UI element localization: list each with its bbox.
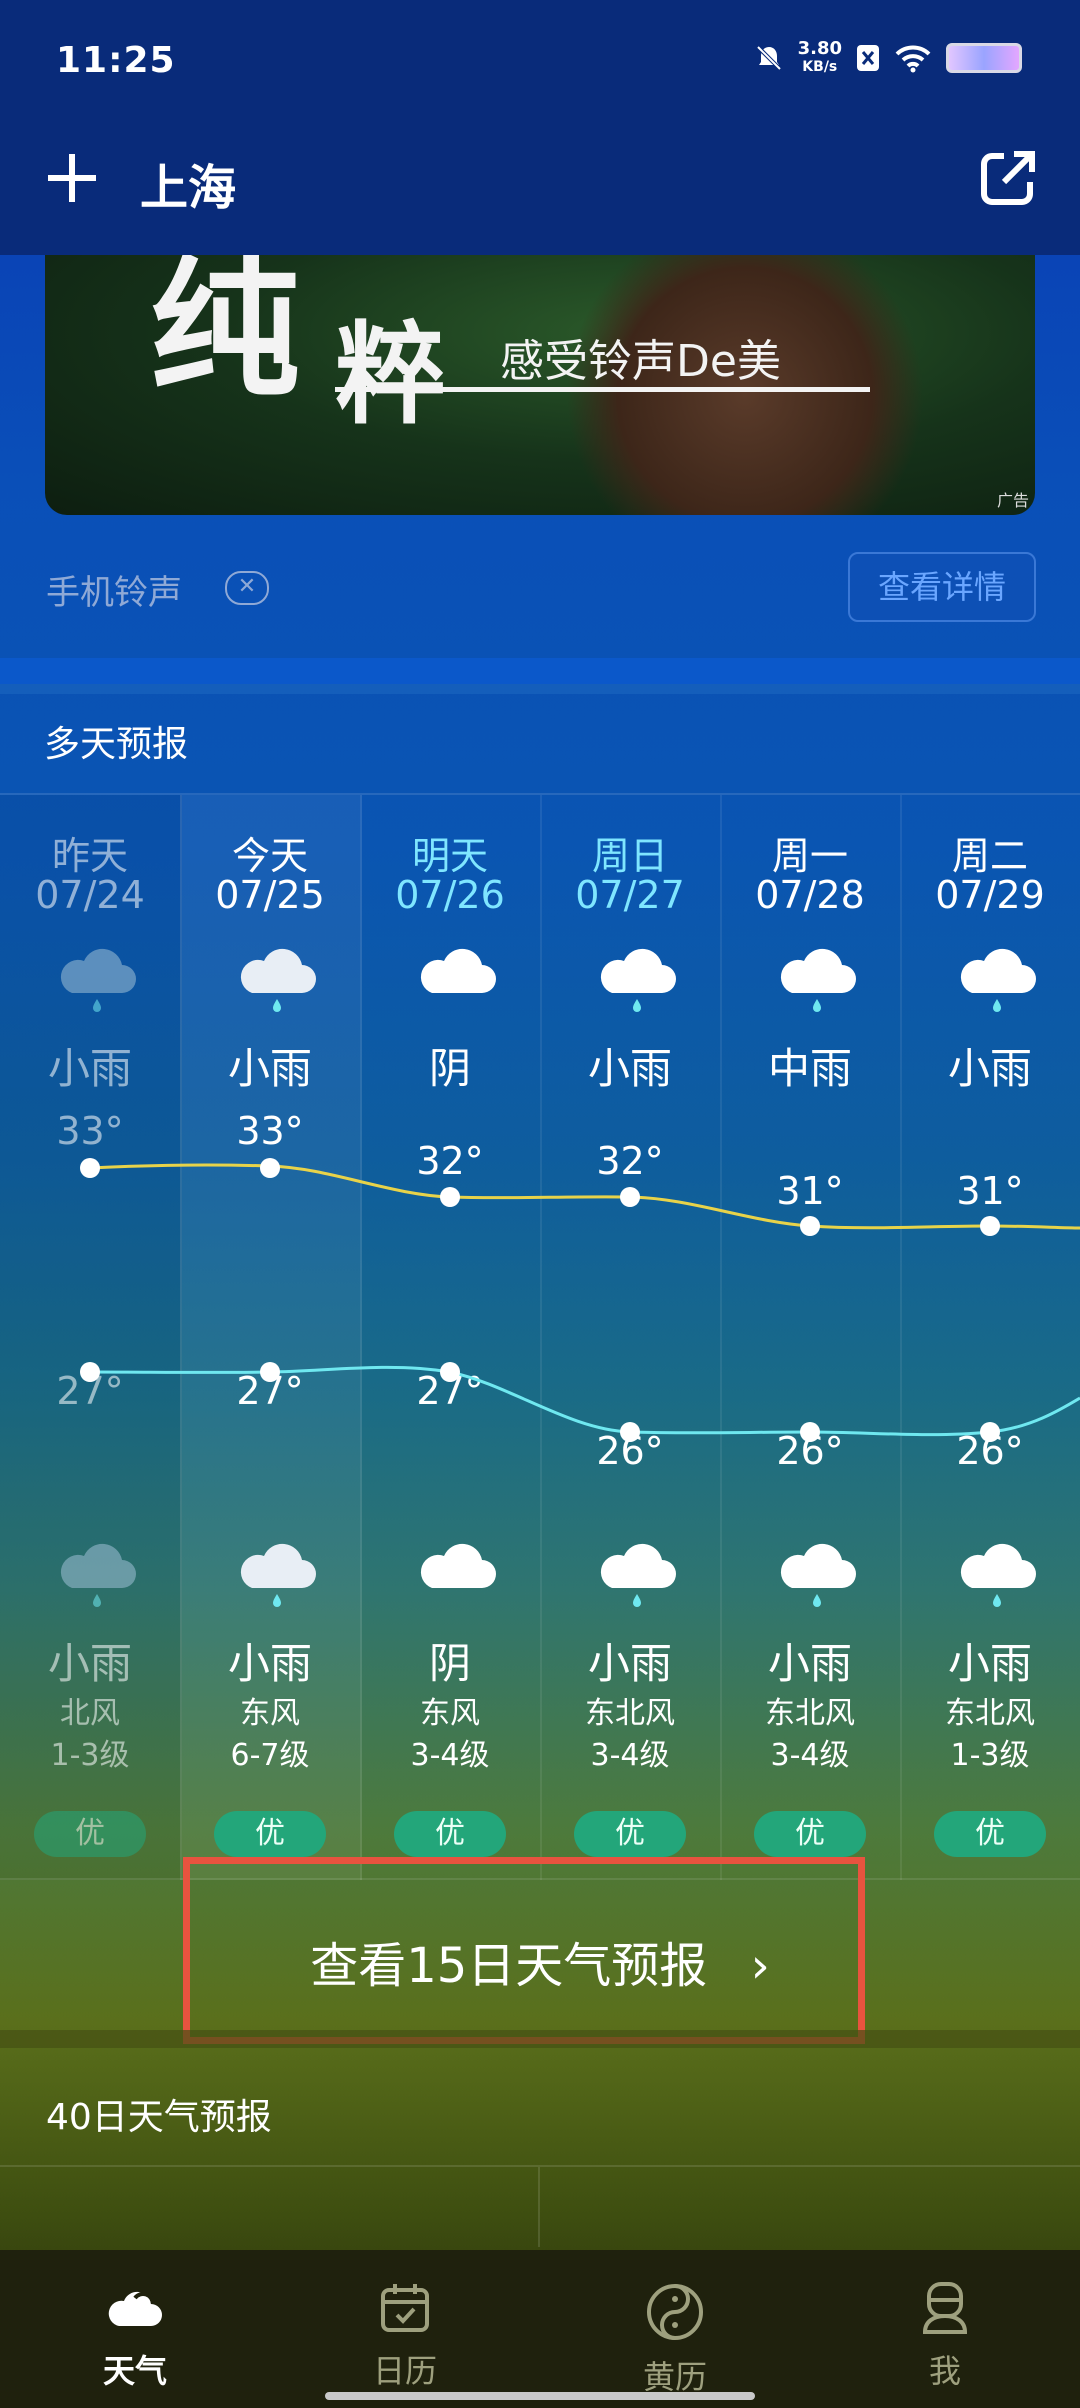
low-point — [260, 1362, 280, 1382]
high-point — [260, 1158, 280, 1178]
nav-almanac[interactable]: 黄历 — [540, 2260, 810, 2400]
low-point — [440, 1362, 460, 1382]
nav-weather[interactable]: 天气 — [0, 2260, 270, 2400]
home-indicator — [325, 2392, 755, 2400]
low-point — [980, 1422, 1000, 1442]
nav-weather-label: 天气 — [102, 2352, 167, 2390]
nav-calendar-label: 日历 — [372, 2352, 437, 2390]
high-point — [980, 1216, 1000, 1236]
yin-yang-icon — [647, 2284, 703, 2340]
forecast-40-divider — [0, 2165, 1080, 2167]
high-point — [800, 1216, 820, 1236]
low-point — [800, 1422, 820, 1442]
low-point — [620, 1422, 640, 1442]
nav-me-label: 我 — [928, 2352, 961, 2390]
forecast-40-title[interactable]: 40日天气预报 — [46, 2088, 272, 2140]
profile-icon — [922, 2282, 968, 2334]
high-point — [620, 1187, 640, 1207]
calendar-icon — [381, 2284, 429, 2332]
nav-me[interactable]: 我 — [810, 2260, 1080, 2400]
forecast-40-column-divider — [538, 2167, 540, 2247]
weather-cloud-icon — [108, 2291, 162, 2326]
section-divider-40 — [0, 2030, 1080, 2048]
highlight-box — [183, 1857, 865, 2044]
bottom-nav: 天气 日历 黄历 我 — [0, 2250, 1080, 2408]
low-point — [80, 1362, 100, 1382]
low-temp-line — [89, 1365, 1080, 1437]
nav-calendar[interactable]: 日历 — [270, 2260, 540, 2400]
high-point — [440, 1187, 460, 1207]
high-point — [80, 1158, 100, 1178]
high-temp-line — [89, 1163, 1080, 1230]
